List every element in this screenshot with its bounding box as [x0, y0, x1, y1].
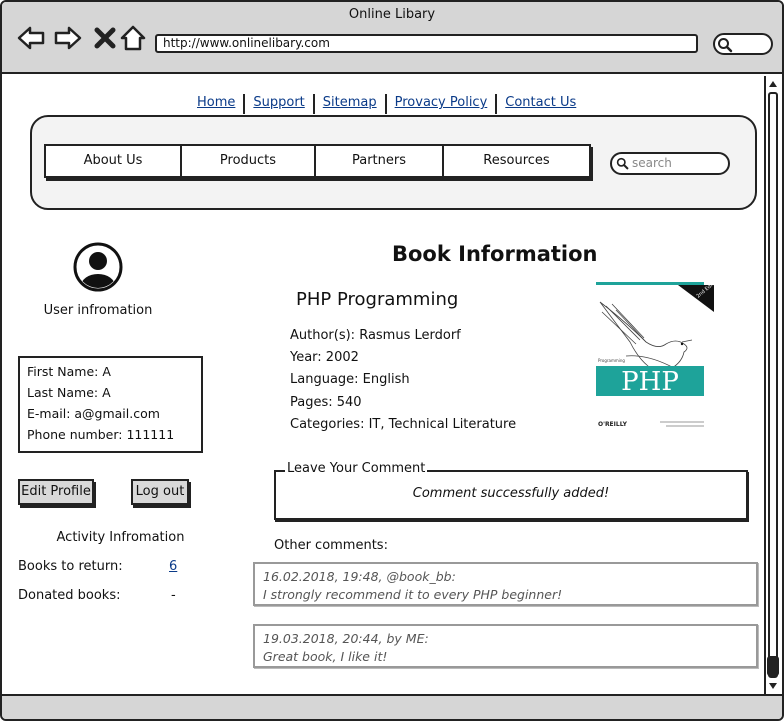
menu-panel: About Us Products Partners Resources sea…	[30, 115, 757, 210]
scroll-down-icon[interactable]	[766, 679, 780, 693]
close-x-icon[interactable]	[92, 24, 120, 52]
user-last-name: Last Name: A	[27, 385, 111, 400]
book-info-heading: Book Information	[392, 242, 598, 266]
book-categories: Categories: IT, Technical Literature	[290, 417, 517, 432]
search-placeholder: search	[632, 156, 672, 170]
comment-card: 16.02.2018, 19:48, @book_bb: I strongly …	[253, 562, 758, 606]
link-home[interactable]: Home	[197, 94, 246, 114]
book-cover-image: 2nd Edition Programming PHP O'REILLY	[586, 282, 714, 434]
scroll-thumb[interactable]	[767, 656, 779, 676]
menu-tab-about-us[interactable]: About Us	[46, 146, 182, 176]
cover-publisher-text: O'REILLY	[598, 421, 628, 428]
book-authors: Author(s): Rasmus Lerdorf	[290, 328, 461, 343]
menu-tab-resources[interactable]: Resources	[444, 146, 589, 176]
book-year: Year: 2002	[290, 350, 359, 365]
home-icon[interactable]	[119, 24, 147, 52]
donated-books-value: -	[171, 588, 176, 603]
comment-meta: 16.02.2018, 19:48, @book_bb:	[263, 569, 456, 584]
menu-tab-partners[interactable]: Partners	[316, 146, 444, 176]
comment-card: 19.03.2018, 20:44, by ME: Great book, I …	[253, 624, 758, 668]
search-icon	[616, 157, 629, 170]
comment-text: I strongly recommend it to every PHP beg…	[263, 587, 563, 602]
user-info-title: User infromation	[43, 303, 153, 318]
link-privacy-policy[interactable]: Provacy Policy	[387, 94, 498, 114]
link-sitemap[interactable]: Sitemap	[315, 94, 387, 114]
window-title: Online Libary	[348, 7, 436, 22]
top-links: Home Support Sitemap Provacy Policy Cont…	[197, 94, 584, 114]
activity-info-title: Activity Infromation	[56, 530, 185, 545]
browser-search-field[interactable]	[713, 33, 773, 55]
user-phone: Phone number: 111111	[27, 427, 175, 442]
menu-tab-products[interactable]: Products	[182, 146, 316, 176]
books-to-return-link[interactable]: 6	[169, 559, 177, 574]
search-icon	[718, 38, 733, 53]
donated-books-label: Donated books:	[18, 588, 121, 603]
scroll-track[interactable]	[768, 92, 778, 678]
comment-meta: 19.03.2018, 20:44, by ME:	[263, 631, 429, 646]
comment-success-message: Comment successfully added!	[412, 486, 610, 501]
books-to-return-label: Books to return:	[18, 559, 123, 574]
edit-profile-button[interactable]: Edit Profile	[18, 479, 94, 505]
book-pages: Pages: 540	[290, 395, 362, 410]
link-contact-us[interactable]: Contact Us	[497, 94, 584, 114]
user-details-box: First Name: A Last Name: A E-mail: a@gma…	[18, 356, 203, 453]
comment-form-legend: Leave Your Comment	[285, 461, 428, 476]
url-bar[interactable]: http://www.onlinelibary.com	[155, 34, 698, 53]
log-out-button[interactable]: Log out	[131, 479, 189, 505]
other-comments-title: Other comments:	[274, 538, 388, 553]
book-title: PHP Programming	[296, 289, 459, 310]
book-language: Language: English	[290, 372, 410, 387]
user-email: E-mail: a@gmail.com	[27, 406, 160, 421]
user-avatar-icon	[73, 242, 123, 292]
back-arrow-icon[interactable]	[17, 24, 45, 52]
link-support[interactable]: Support	[245, 94, 315, 114]
vertical-scrollbar[interactable]	[764, 76, 780, 694]
forward-arrow-icon[interactable]	[54, 24, 82, 52]
scroll-up-icon[interactable]	[766, 77, 780, 91]
status-bar	[2, 694, 782, 719]
browser-chrome: Online Libary http://www.onlinelibary.co…	[2, 2, 782, 74]
site-search-input[interactable]: search	[610, 152, 730, 175]
cover-banner-text: Programming	[598, 358, 625, 363]
user-first-name: First Name: A	[27, 364, 111, 379]
cover-title-text: PHP	[621, 367, 679, 397]
comment-text: Great book, I like it!	[263, 649, 388, 664]
browser-window: Online Libary http://www.onlinelibary.co…	[0, 0, 784, 721]
main-menu: About Us Products Partners Resources	[44, 144, 591, 178]
